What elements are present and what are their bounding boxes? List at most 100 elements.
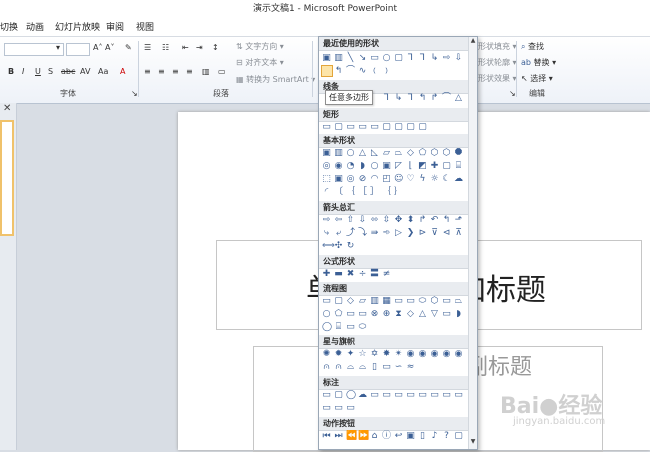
left-right-up-arrow-shape-icon[interactable]: ⬍: [406, 216, 415, 225]
forward-action-shape-icon[interactable]: ⏭: [334, 432, 343, 441]
chord-shape-icon[interactable]: ◗: [358, 162, 367, 171]
elbow-arrow-shape-icon[interactable]: ↳: [430, 54, 439, 63]
merge-shape-icon[interactable]: ▽: [430, 310, 439, 319]
explosion2-shape-icon[interactable]: ✹: [334, 350, 343, 359]
star16-shape-icon[interactable]: ◉: [430, 350, 439, 359]
elbow-arrow-line-shape-icon[interactable]: ↳: [394, 94, 403, 103]
display-shape-icon[interactable]: ⬭: [358, 323, 367, 332]
frame-shape-icon[interactable]: ▣: [382, 162, 391, 171]
freeform-line-shape-icon[interactable]: △: [454, 94, 463, 103]
left-right-arrow-shape-icon[interactable]: ⬄: [370, 216, 379, 225]
folded-corner-shape-icon[interactable]: ◰: [382, 175, 391, 184]
grow-font-icon[interactable]: A˄: [93, 43, 102, 52]
rect-callout-shape-icon[interactable]: ▭: [322, 391, 331, 400]
star32-shape-icon[interactable]: ◉: [454, 350, 463, 359]
card-shape-icon[interactable]: ▭: [346, 310, 355, 319]
triangle-shape-icon[interactable]: △: [358, 149, 367, 158]
decision-shape-icon[interactable]: ◇: [346, 297, 355, 306]
star5-shape-icon[interactable]: ☆: [358, 350, 367, 359]
round1-rect-shape-icon[interactable]: ▢: [394, 123, 403, 132]
tab-animations[interactable]: 动画: [26, 20, 44, 33]
snip3-rect-shape-icon[interactable]: ▭: [370, 123, 379, 132]
right-block-arrow-shape-icon[interactable]: ⇨: [322, 216, 331, 225]
decrease-indent-icon[interactable]: ⇤: [182, 43, 189, 52]
multidocument-shape-icon[interactable]: ▭: [406, 297, 415, 306]
can-shape-icon[interactable]: ⌸: [454, 162, 463, 171]
quad-callout-shape-icon[interactable]: ✣: [334, 242, 343, 251]
curved-arrow-shape-icon[interactable]: ↱: [430, 94, 439, 103]
decagon-shape-icon[interactable]: ◎: [322, 162, 331, 171]
strikethrough-icon[interactable]: abc: [61, 67, 75, 76]
convert-smartart-button[interactable]: ▦ 转换为 SmartArt ▾: [236, 74, 315, 85]
border-callout3-shape-icon[interactable]: ▭: [346, 404, 355, 413]
find-button[interactable]: ⌕ 查找: [521, 41, 544, 52]
divide-shape-icon[interactable]: ÷: [358, 270, 367, 279]
text-box-shape-icon[interactable]: ▣: [322, 54, 331, 63]
text-direction-button[interactable]: ⇅ 文字方向 ▾: [236, 41, 284, 52]
round2-rect-shape-icon[interactable]: ▢: [406, 123, 415, 132]
circular-arrow-shape-icon[interactable]: ↻: [346, 242, 355, 251]
multiply-shape-icon[interactable]: ✖: [346, 270, 355, 279]
right-arrow-shape-icon[interactable]: ⇨: [442, 54, 451, 63]
hexagon-shape-icon[interactable]: ⬡: [430, 149, 439, 158]
line-callout3-shape-icon[interactable]: ▭: [394, 391, 403, 400]
line-callout8-shape-icon[interactable]: ▭: [454, 391, 463, 400]
cube-shape-icon[interactable]: ⬚: [322, 175, 331, 184]
l-shape-icon[interactable]: ⌊: [406, 162, 415, 171]
scroll-down-icon[interactable]: ▼: [469, 438, 477, 448]
line-shape-icon[interactable]: ╲: [346, 54, 355, 63]
freeform-shape-icon[interactable]: ⌒: [346, 67, 355, 76]
replace-button[interactable]: ab 替换 ▾: [521, 57, 556, 68]
arrow-line-shape-icon[interactable]: ↘: [358, 54, 367, 63]
vertical-text-shape-icon[interactable]: ▥: [334, 54, 343, 63]
curved-down-arrow-shape-icon[interactable]: ⤵: [358, 229, 367, 238]
block-arc-shape-icon[interactable]: ◠: [370, 175, 379, 184]
star24-shape-icon[interactable]: ◉: [442, 350, 451, 359]
rectangle-shape-icon[interactable]: ▭: [370, 54, 379, 63]
rounded-rect-shape-icon[interactable]: ▢: [394, 54, 403, 63]
font-size-combo[interactable]: [66, 43, 90, 56]
striped-arrow-shape-icon[interactable]: ⇛: [370, 229, 379, 238]
diagonal-stripe-shape-icon[interactable]: ◩: [418, 162, 427, 171]
drawing-dialog-launcher-icon[interactable]: ↘: [509, 89, 516, 98]
stored-data-shape-icon[interactable]: ▭: [442, 310, 451, 319]
summing-junction-shape-icon[interactable]: ⊗: [370, 310, 379, 319]
star4-shape-icon[interactable]: ✦: [346, 350, 355, 359]
curve-line-shape-icon[interactable]: ⌒: [442, 94, 451, 103]
terminator-shape-icon[interactable]: ⬭: [418, 297, 427, 306]
process-shape-icon[interactable]: ▭: [322, 297, 331, 306]
italic-icon[interactable]: I: [22, 67, 24, 76]
rounded-rect2-shape-icon[interactable]: ▢: [334, 123, 343, 132]
tab-review[interactable]: 审阅: [106, 20, 124, 33]
explosion1-shape-icon[interactable]: ✺: [322, 350, 331, 359]
columns-icon[interactable]: ▥: [202, 67, 210, 76]
shape-outline-button[interactable]: 形状轮廓 ▾: [478, 57, 517, 68]
shape-effects-button[interactable]: 形状效果 ▾: [478, 73, 517, 84]
curved-up-ribbon-shape-icon[interactable]: ⌓: [346, 363, 355, 372]
punched-tape-shape-icon[interactable]: ▭: [358, 310, 367, 319]
arc-shape-icon[interactable]: ◜: [322, 188, 331, 197]
shrink-font-icon[interactable]: A˅: [105, 43, 114, 52]
curved-down-ribbon-shape-icon[interactable]: ⌓: [358, 363, 367, 372]
dodecagon-shape-icon[interactable]: ◉: [334, 162, 343, 171]
magnetic-disk-shape-icon[interactable]: ⌸: [334, 323, 343, 332]
trapezoid-shape-icon[interactable]: ⏢: [394, 149, 403, 158]
extract-shape-icon[interactable]: △: [418, 310, 427, 319]
data-shape-icon[interactable]: ▱: [358, 297, 367, 306]
font-dialog-launcher-icon[interactable]: ↘: [131, 89, 138, 98]
predefined-process-shape-icon[interactable]: ▥: [370, 297, 379, 306]
tab-transitions[interactable]: 切换: [0, 20, 18, 33]
round-snip-rect-shape-icon[interactable]: ▢: [382, 123, 391, 132]
minus-shape-icon[interactable]: ▬: [334, 270, 343, 279]
up-down-arrow-shape-icon[interactable]: ⇳: [382, 216, 391, 225]
left-up-arrow-shape-icon[interactable]: ↰: [442, 216, 451, 225]
star10-shape-icon[interactable]: ◉: [406, 350, 415, 359]
delay-shape-icon[interactable]: ◗: [454, 310, 463, 319]
scroll-up-icon[interactable]: ▲: [469, 37, 477, 47]
increase-indent-icon[interactable]: ⇥: [196, 43, 203, 52]
or-shape-icon[interactable]: ⊕: [382, 310, 391, 319]
star12-shape-icon[interactable]: ◉: [418, 350, 427, 359]
internal-storage-shape-icon[interactable]: ▦: [382, 297, 391, 306]
bold-icon[interactable]: B: [8, 67, 14, 76]
left-callout-arrow-shape-icon[interactable]: ⊲: [442, 229, 451, 238]
